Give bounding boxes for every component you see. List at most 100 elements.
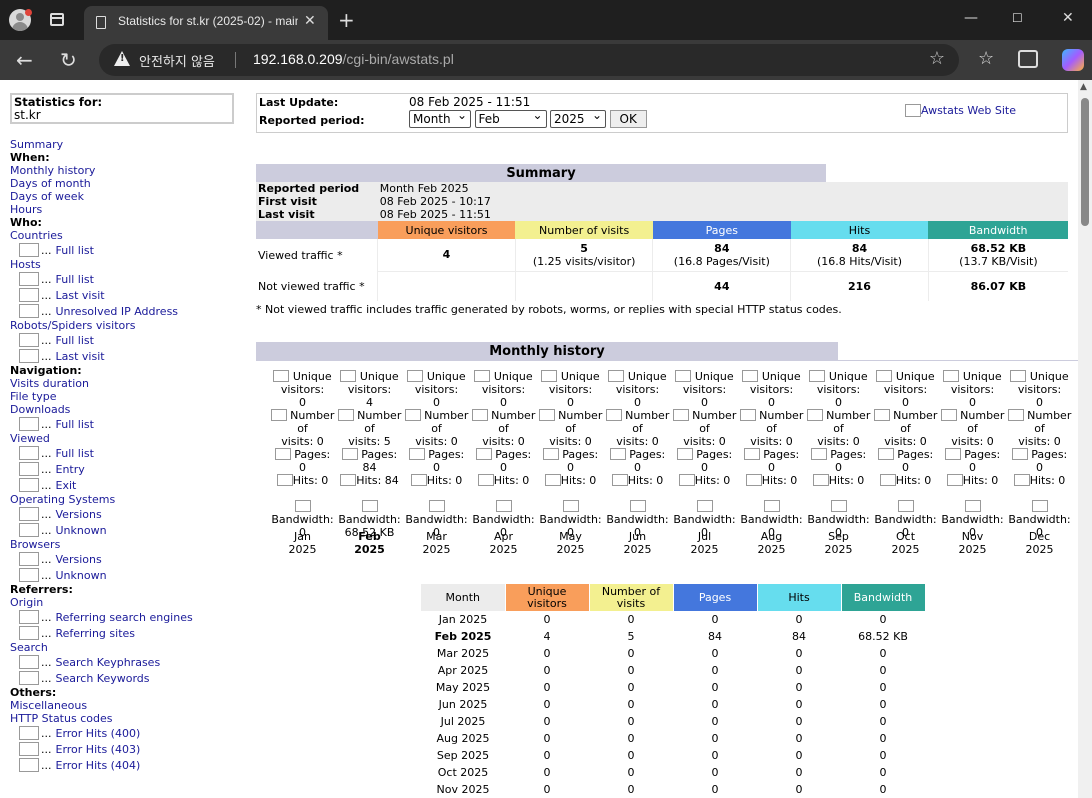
period-type-select[interactable]: Month <box>409 108 471 128</box>
menu-link[interactable]: Countries <box>10 229 240 242</box>
menu-sub-link[interactable]: ... Full list <box>10 242 240 258</box>
bandwidth-cell: 0 <box>879 783 887 796</box>
menu-sub-link[interactable]: ... Last visit <box>10 287 240 303</box>
hits-cell: 0 <box>795 766 803 779</box>
maximize-icon[interactable]: ☐ <box>1012 11 1023 25</box>
not-secure-label[interactable]: 안전하지 않음 <box>139 51 215 70</box>
menu-sub-link[interactable]: ... Full list <box>10 445 240 461</box>
menu-sub-link-label[interactable]: Full list <box>56 418 94 431</box>
menu-sub-link-label[interactable]: Referring search engines <box>56 611 193 624</box>
menu-sub-link[interactable]: ... Last visit <box>10 348 240 364</box>
broken-image-icon <box>19 610 39 624</box>
menu-sub-link-label[interactable]: Referring sites <box>56 627 136 640</box>
menu-sub-link[interactable]: ... Exit <box>10 477 240 493</box>
visits-cell: 0 <box>627 783 635 796</box>
ellipsis: ... <box>41 742 52 756</box>
menu-link[interactable]: Hours <box>10 203 240 216</box>
menu-sub-link[interactable]: ... Referring search engines <box>10 609 240 625</box>
menu-link[interactable]: Browsers <box>10 538 240 551</box>
reload-icon[interactable]: ↻ <box>60 48 77 72</box>
month-unique-visitors: 0 <box>902 396 909 409</box>
menu-sub-link[interactable]: ... Unresolved IP Address <box>10 303 240 319</box>
menu-sub-link[interactable]: ... Search Keywords <box>10 670 240 686</box>
menu-sub-link[interactable]: ... Search Keyphrases <box>10 654 240 670</box>
menu-sub-link-label[interactable]: Versions <box>56 508 102 521</box>
menu-sub-link-label[interactable]: Last visit <box>56 350 105 363</box>
menu-sub-link-label[interactable]: Error Hits (403) <box>56 743 141 756</box>
minimize-icon[interactable]: — <box>964 10 978 26</box>
menu-sub-link-label[interactable]: Search Keyphrases <box>56 656 161 669</box>
menu-sub-link[interactable]: ... Error Hits (400) <box>10 725 240 741</box>
summary-column-headers: Unique visitors Number of visits Pages Hits… <box>256 221 1068 239</box>
menu-link[interactable]: Robots/Spiders visitors <box>10 319 240 332</box>
warning-icon[interactable] <box>114 51 130 66</box>
scrollbar-thumb[interactable] <box>1081 98 1089 226</box>
menu-link[interactable]: Days of week <box>10 190 240 203</box>
menu-sub-link-label[interactable]: Full list <box>56 273 94 286</box>
tab-actions-icon[interactable] <box>50 13 64 26</box>
back-icon[interactable]: ← <box>16 48 33 72</box>
scroll-up-icon[interactable]: ▲ <box>1080 82 1087 92</box>
first-visit-label: First visit <box>258 195 317 208</box>
menu-link[interactable]: Hosts <box>10 258 240 271</box>
copilot-icon[interactable] <box>1062 49 1084 71</box>
menu-sub-link-label[interactable]: Unknown <box>56 569 107 582</box>
menu-link[interactable]: HTTP Status codes <box>10 712 240 725</box>
bookmark-star-icon[interactable]: ☆ <box>929 48 945 69</box>
menu-sub-link-label[interactable]: Versions <box>56 553 102 566</box>
menu-link[interactable]: File type <box>10 390 240 403</box>
favorites-icon[interactable]: ☆ <box>978 48 994 69</box>
menu-sub-link-label[interactable]: Error Hits (404) <box>56 759 141 772</box>
menu-link[interactable]: Downloads <box>10 403 240 416</box>
bandwidth-cell: 0 <box>879 766 887 779</box>
menu-link[interactable]: Days of month <box>10 177 240 190</box>
menu-sub-link-label[interactable]: Full list <box>56 244 94 257</box>
menu-sub-link[interactable]: ... Unknown <box>10 567 240 583</box>
menu-link[interactable]: Operating Systems <box>10 493 240 506</box>
menu-sub-link[interactable]: ... Versions <box>10 506 240 522</box>
awstats-link[interactable]: Awstats Web Site <box>905 104 1016 117</box>
menu-sub-link-label[interactable]: Error Hits (400) <box>56 727 141 740</box>
ok-button[interactable]: OK <box>609 110 647 128</box>
menu-link[interactable]: Monthly history <box>10 164 240 177</box>
menu-link[interactable]: Miscellaneous <box>10 699 240 712</box>
month-column: Unique visitors: 0 Number of visits: 0 Pages… <box>806 370 871 556</box>
scrollbar[interactable]: ▲ <box>1078 80 1092 798</box>
month-cell: Nov 2025 <box>421 781 505 798</box>
menu-link[interactable]: Search <box>10 641 240 654</box>
menu-sub-link-label[interactable]: Unresolved IP Address <box>56 305 179 318</box>
menu-link[interactable]: Origin <box>10 596 240 609</box>
menu-sub-link[interactable]: ... Full list <box>10 416 240 432</box>
menu-link[interactable]: Viewed <box>10 432 240 445</box>
table-col-header: Bandwidth <box>841 584 926 611</box>
menu-sub-link[interactable]: ... Entry <box>10 461 240 477</box>
url-text[interactable]: 192.168.0.209/cgi-bin/awstats.pl <box>253 51 454 67</box>
menu-sub-link-label[interactable]: Full list <box>56 334 94 347</box>
extensions-icon[interactable] <box>1018 50 1038 68</box>
close-tab-icon[interactable]: ✕ <box>304 13 316 29</box>
window-close-icon[interactable]: ✕ <box>1062 10 1074 26</box>
menu-sub-link-label[interactable]: Unknown <box>56 524 107 537</box>
menu-sub-link-label[interactable]: Entry <box>56 463 85 476</box>
menu-sub-link[interactable]: ... Referring sites <box>10 625 240 641</box>
month-select[interactable]: Feb <box>474 108 547 128</box>
menu-sub-link-label[interactable]: Search Keywords <box>56 672 150 685</box>
menu-link[interactable]: Visits duration <box>10 377 240 390</box>
omnibox[interactable]: 안전하지 않음 192.168.0.209/cgi-bin/awstats.pl… <box>99 44 959 76</box>
year-select[interactable]: 2025 <box>550 108 606 128</box>
menu-sub-link[interactable]: ... Error Hits (403) <box>10 741 240 757</box>
table-row: Mar 2025 0 0 0 0 0 <box>421 645 925 662</box>
menu-sub-link[interactable]: ... Full list <box>10 271 240 287</box>
broken-image-icon <box>471 409 488 421</box>
menu-sub-link[interactable]: ... Unknown <box>10 522 240 538</box>
menu-sub-link[interactable]: ... Full list <box>10 332 240 348</box>
new-tab-icon[interactable]: + <box>338 8 355 32</box>
menu-sub-link-label[interactable]: Last visit <box>56 289 105 302</box>
month-year: 2025 <box>459 698 488 711</box>
menu-link[interactable]: Summary <box>10 138 240 151</box>
menu-sub-link-label[interactable]: Full list <box>56 447 94 460</box>
menu-sub-link-label[interactable]: Exit <box>56 479 77 492</box>
browser-tab[interactable]: Statistics for st.kr (2025-02) - main ✕ <box>84 6 328 40</box>
menu-sub-link[interactable]: ... Error Hits (404) <box>10 757 240 773</box>
menu-sub-link[interactable]: ... Versions <box>10 551 240 567</box>
